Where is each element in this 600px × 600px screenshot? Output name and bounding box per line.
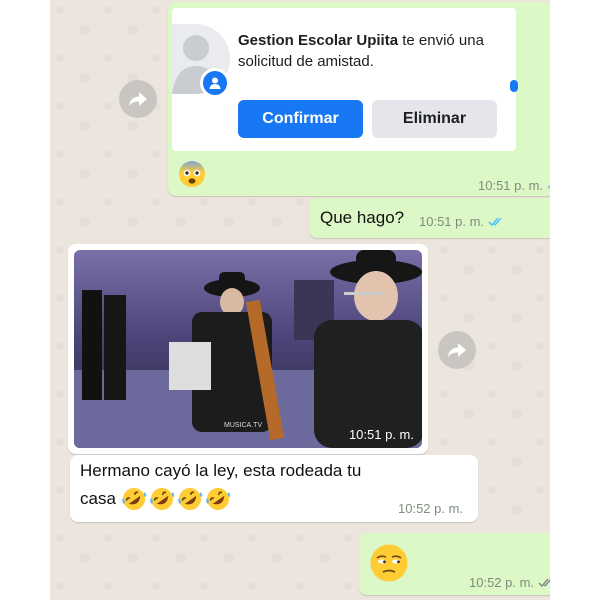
message-text-line1: Hermano cayó la ley, esta rodeada tu bbox=[80, 461, 362, 480]
video-thumbnail[interactable]: MUSICA.TV 10:51 p. m. bbox=[74, 250, 422, 448]
video-watermark: MUSICA.TV bbox=[224, 422, 263, 429]
message-time: 10:52 p. m. bbox=[469, 575, 550, 591]
forward-icon bbox=[129, 92, 147, 106]
sender-name: Gestion Escolar Upiita bbox=[238, 32, 399, 49]
rofl-emoji-row bbox=[120, 486, 232, 512]
rolling-on-floor-laughing-icon bbox=[150, 488, 175, 510]
double-check-icon bbox=[538, 576, 550, 591]
double-check-icon bbox=[547, 179, 550, 194]
message-text: Que hago? bbox=[320, 208, 405, 227]
message-unamused[interactable]: 10:52 p. m. bbox=[359, 533, 550, 595]
rolling-on-floor-laughing-icon bbox=[178, 488, 203, 510]
friend-request-icon bbox=[200, 68, 230, 98]
message-que-hago[interactable]: Que hago? 10:51 p. m. bbox=[309, 198, 550, 238]
double-check-icon bbox=[488, 215, 506, 230]
message-hermano[interactable]: Hermano cayó la ley, esta rodeada tu cas… bbox=[70, 455, 478, 522]
unread-indicator bbox=[510, 80, 518, 92]
message-time: 10:51 p. m. bbox=[478, 178, 550, 194]
forward-button[interactable] bbox=[438, 331, 476, 369]
message-time: 10:51 p. m. bbox=[419, 214, 506, 230]
confirm-button[interactable]: Confirmar bbox=[238, 100, 363, 138]
video-time: 10:51 p. m. bbox=[348, 427, 414, 442]
unamused-face-emoji bbox=[369, 543, 409, 588]
message-text-line2: casa bbox=[80, 486, 232, 512]
delete-button[interactable]: Eliminar bbox=[372, 100, 497, 138]
forward-icon bbox=[448, 343, 466, 357]
rolling-on-floor-laughing-icon bbox=[206, 488, 231, 510]
message-time: 10:52 p. m. bbox=[398, 501, 464, 516]
fearful-face-emoji bbox=[178, 160, 206, 193]
time-label: 10:51 p. m. bbox=[419, 214, 485, 229]
time-label: 10:51 p. m. bbox=[478, 178, 544, 193]
forward-button[interactable] bbox=[119, 80, 157, 118]
message-video[interactable]: MUSICA.TV 10:51 p. m. bbox=[68, 244, 428, 454]
rolling-on-floor-laughing-icon bbox=[122, 488, 147, 510]
message-friend-request[interactable]: Gestion Escolar Upiita te envió una soli… bbox=[168, 2, 550, 196]
time-label: 10:52 p. m. bbox=[469, 575, 535, 590]
facebook-notification-card: Gestion Escolar Upiita te envió una soli… bbox=[172, 8, 518, 151]
notification-text: Gestion Escolar Upiita te envió una soli… bbox=[238, 30, 508, 72]
message-text-word: casa bbox=[80, 489, 116, 508]
chat-area[interactable]: Gestion Escolar Upiita te envió una soli… bbox=[50, 0, 550, 600]
